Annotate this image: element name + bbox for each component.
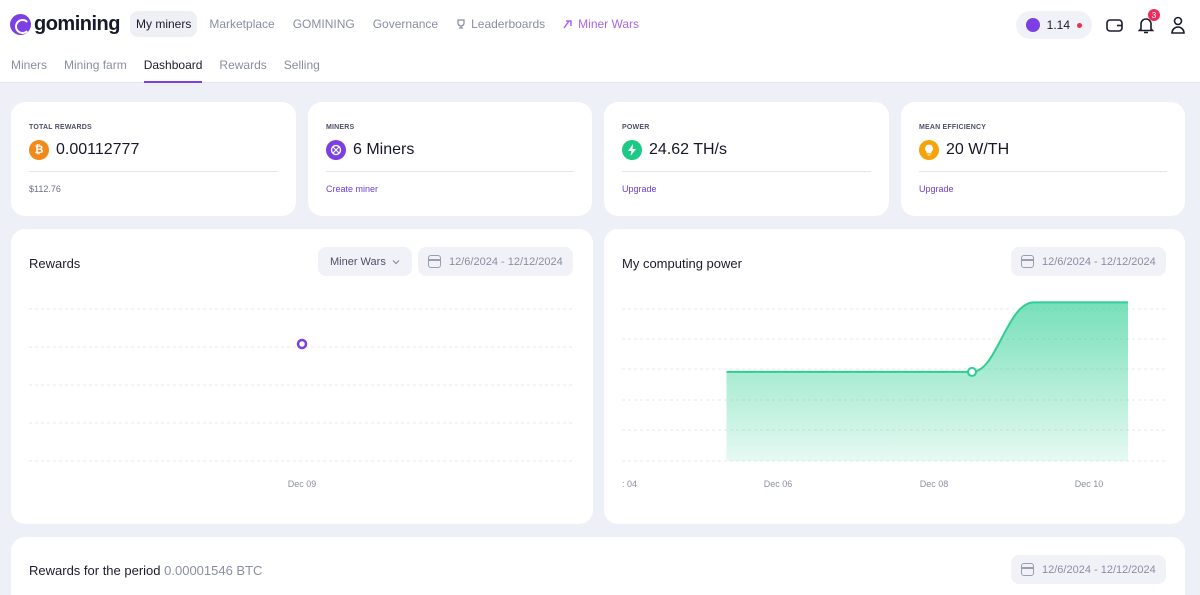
period-label: Rewards for the period	[29, 563, 161, 578]
trophy-icon	[457, 19, 465, 29]
rewards-chart: Dec 09	[29, 308, 575, 489]
x-tick-label: Dec 10	[1075, 479, 1104, 489]
divider	[622, 171, 871, 172]
nav-item-governance[interactable]: Governance	[367, 11, 444, 37]
data-point	[296, 338, 308, 350]
logo-icon	[10, 14, 31, 35]
miners-card: MINERS 6 Miners Create miner	[308, 102, 592, 216]
power-card: POWER 24.62 TH/s Upgrade	[604, 102, 889, 216]
nav-label: Governance	[372, 17, 439, 31]
tab-dashboard[interactable]: Dashboard	[143, 58, 203, 83]
tab-mining-farm[interactable]: Mining farm	[64, 58, 127, 83]
bitcoin-icon: ₿	[29, 140, 49, 160]
stat-label: MEAN EFFICIENCY	[919, 124, 987, 131]
tab-miners[interactable]: Miners	[11, 58, 47, 83]
logo-text: gomining	[34, 13, 120, 35]
upgrade-efficiency-link[interactable]: Upgrade	[919, 184, 954, 194]
nav-item-miner-wars[interactable]: Miner Wars	[557, 11, 645, 37]
stat-value: 24.62 TH/s	[649, 141, 727, 158]
top-bar: gomining My miners Marketplace GOMINING …	[0, 0, 1200, 50]
date-range-picker[interactable]: 12/6/2024 - 12/12/2024	[1011, 555, 1166, 584]
wallet-icon	[1105, 18, 1123, 32]
bulb-icon	[919, 140, 939, 160]
status-dot	[1077, 22, 1082, 28]
notifications-button[interactable]: 3	[1136, 9, 1160, 35]
tab-selling[interactable]: Selling	[284, 58, 320, 83]
stat-value: 6 Miners	[353, 141, 415, 158]
x-tick-label: : 04	[622, 479, 637, 489]
x-tick-label: Dec 08	[920, 479, 949, 489]
create-miner-link[interactable]: Create miner	[326, 184, 378, 194]
total-rewards-card: TOTAL REWARDS ₿ 0.00112777 $112.76	[11, 102, 296, 216]
logo[interactable]: gomining	[10, 13, 120, 36]
stat-label: TOTAL REWARDS	[29, 124, 92, 131]
x-tick-label: Dec 09	[288, 479, 317, 489]
nav-item-marketplace[interactable]: Marketplace	[203, 11, 280, 37]
date-range: 12/6/2024 - 12/12/2024	[1042, 563, 1156, 576]
efficiency-card: MEAN EFFICIENCY 20 W/TH Upgrade	[901, 102, 1185, 216]
divider	[326, 171, 574, 172]
profile-button[interactable]	[1168, 15, 1188, 35]
data-point	[967, 366, 977, 377]
balance-value: 1.14	[1046, 18, 1070, 32]
stat-usd-value: $112.76	[29, 184, 61, 194]
area-fill	[726, 302, 1128, 461]
rewards-chart-card: Rewards Miner Wars 12/6/2024 - 12/12/202…	[11, 229, 593, 524]
gomining-token-icon	[1025, 18, 1040, 32]
rewards-period-card: Rewards for the period 0.00001546 BTC 12…	[11, 537, 1185, 595]
divider	[919, 171, 1167, 172]
wallet-button[interactable]	[1104, 15, 1124, 35]
period-value: 0.00001546 BTC	[164, 563, 263, 578]
nav-item-gomining[interactable]: GOMINING	[287, 11, 361, 37]
divider	[29, 171, 278, 172]
x-tick-label: Dec 06	[764, 479, 793, 489]
calendar-icon	[1021, 563, 1034, 576]
stat-value: 20 W/TH	[946, 141, 1010, 158]
user-icon	[1171, 16, 1185, 34]
tab-rewards[interactable]: Rewards	[219, 58, 266, 83]
nav-item-my-miners[interactable]: My miners	[130, 11, 198, 37]
nav-label: GOMINING	[292, 17, 355, 31]
upgrade-power-link[interactable]: Upgrade	[622, 184, 657, 194]
stat-value: 0.00112777	[56, 141, 140, 158]
miner-icon	[326, 140, 346, 160]
nav-label: Leaderboards	[471, 17, 546, 31]
stat-label: POWER	[622, 124, 650, 131]
nav-item-leaderboards[interactable]: Leaderboards	[450, 11, 551, 37]
header-actions: 1.14 3	[1015, 9, 1188, 39]
computing-power-card: My computing power 12/6/2024 - 12/12/202…	[604, 229, 1185, 524]
notification-badge: 3	[1148, 9, 1160, 21]
miner-wars-icon	[563, 20, 572, 29]
main-nav: My miners Marketplace GOMINING Governanc…	[130, 11, 645, 37]
computing-power-chart: : 04 Dec 06 Dec 08 Dec 10	[622, 301, 1167, 489]
nav-label: Miner Wars	[578, 17, 640, 31]
period-title: Rewards for the period 0.00001546 BTC	[29, 563, 262, 578]
nav-label: Marketplace	[209, 17, 275, 31]
stat-label: MINERS	[326, 124, 355, 131]
balance-pill[interactable]: 1.14	[1015, 11, 1092, 39]
sub-nav: Miners Mining farm Dashboard Rewards Sel…	[0, 50, 1200, 83]
nav-label: My miners	[136, 17, 192, 31]
lightning-icon	[622, 140, 642, 160]
